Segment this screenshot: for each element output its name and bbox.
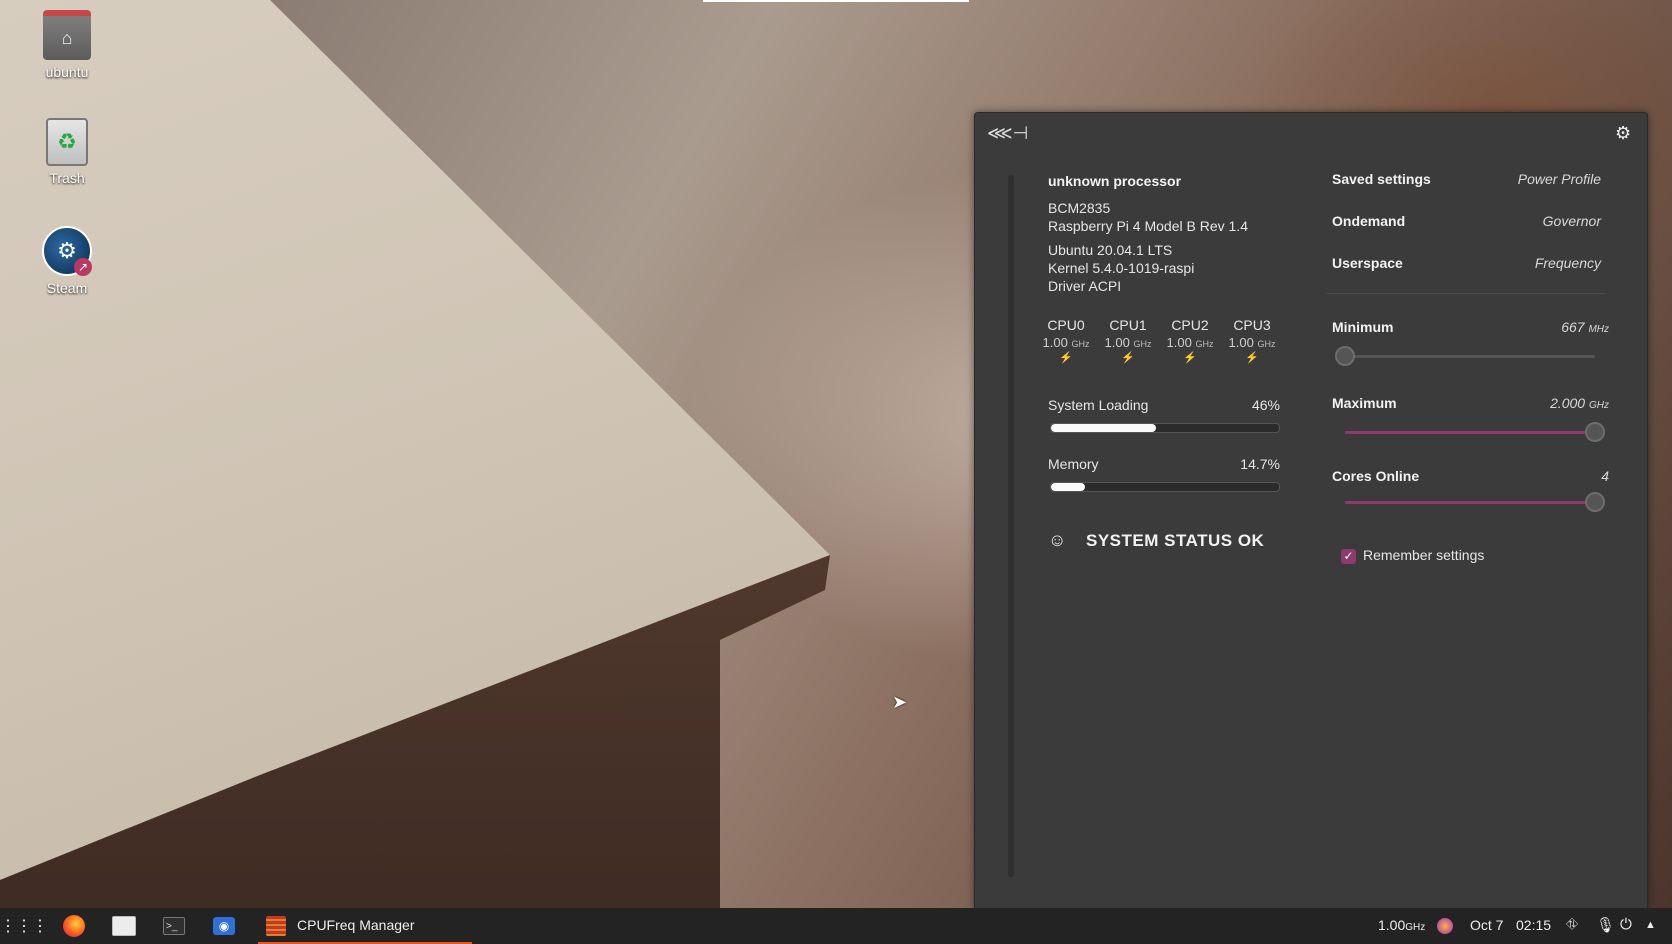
system-loading-fill	[1051, 424, 1156, 432]
firefox-icon[interactable]	[62, 914, 86, 938]
desktop-icon-ubuntu[interactable]: ⌂ ubuntu	[12, 10, 122, 80]
cores-online-label: Cores Online	[1332, 468, 1420, 484]
gear-icon[interactable]: ⚙	[1615, 123, 1631, 144]
app-grid-icon[interactable]: ⋮⋮⋮	[0, 914, 48, 938]
frequency-value[interactable]: Frequency	[1535, 255, 1601, 271]
task-label: CPUFreq Manager	[297, 917, 415, 933]
mouse-pointer-icon: ➤	[892, 692, 908, 712]
saved-settings-label[interactable]: Saved settings	[1332, 171, 1431, 187]
maximum-label: Maximum	[1332, 395, 1397, 411]
power-profile-value[interactable]: Power Profile	[1518, 171, 1601, 187]
cpu-core-0: CPU0 1.00 GHz ⚡	[1035, 317, 1097, 364]
desktop-icon-label: Steam	[46, 280, 88, 296]
cores-online-value: 4	[1601, 468, 1609, 484]
lightning-icon: ⚡	[1059, 352, 1073, 364]
desktop-icon-steam[interactable]: ⚙ ↗ Steam	[12, 226, 122, 296]
shortcut-arrow-icon: ↗	[74, 258, 92, 276]
cpu-core-1: CPU1 1.00 GHz ⚡	[1097, 317, 1159, 364]
cpufreq-window: ⋘⊣ ⚙ unknown processor BCM2835 Raspberry…	[974, 112, 1648, 909]
cpu-freq: 1.00 GHz	[1042, 335, 1090, 350]
minimum-slider-track[interactable]	[1345, 355, 1595, 358]
microphone-icon[interactable]: 🎙	[1596, 916, 1615, 934]
memory-meter	[1050, 482, 1280, 492]
cpu-name: CPU0	[1047, 317, 1085, 333]
settings-divider	[1327, 293, 1605, 294]
desktop-icon-label: Trash	[49, 170, 85, 186]
system-status: SYSTEM STATUS OK	[1086, 531, 1265, 550]
desktop-icon-trash[interactable]: ♻ Trash	[12, 118, 122, 186]
desktop-icon-label: ubuntu	[45, 64, 89, 80]
tray-cpu-frequency[interactable]: 1.00GHz	[1378, 917, 1425, 933]
minimum-slider-knob[interactable]	[1335, 346, 1355, 366]
cpu-freq: 1.00 GHz	[1104, 335, 1152, 350]
tray-time[interactable]: 02:15	[1516, 917, 1551, 933]
processor-name: unknown processor	[1048, 173, 1182, 189]
system-loading-meter	[1050, 423, 1280, 433]
screenshot-icon[interactable]: ◉	[212, 914, 236, 938]
soc-model: BCM2835	[1048, 200, 1111, 216]
cpu-core-3: CPU3 1.00 GHz ⚡	[1221, 317, 1283, 364]
network-icon[interactable]: ⛗	[1566, 916, 1578, 933]
lightning-icon: ⚡	[1183, 352, 1197, 364]
power-icon[interactable]: ⏻	[1620, 916, 1632, 933]
memory-fill	[1051, 483, 1085, 491]
chevron-up-icon[interactable]: ▲	[1645, 919, 1656, 931]
files-icon[interactable]	[112, 914, 136, 938]
maximum-value: 2.000 GHz	[1550, 395, 1609, 411]
remember-settings-checkbox[interactable]: ✓	[1341, 549, 1356, 564]
cores-slider-knob[interactable]	[1585, 492, 1605, 512]
tray-date[interactable]: Oct 7	[1470, 917, 1503, 933]
cpu-name: CPU3	[1233, 317, 1271, 333]
smiley-icon: ☺	[1048, 530, 1067, 550]
minimum-value: 667 MHz	[1561, 319, 1609, 335]
governor-value[interactable]: Governor	[1543, 213, 1601, 229]
trash-icon: ♻	[46, 118, 88, 166]
top-edge-strip	[703, 0, 969, 2]
memory-value: 14.7%	[1240, 456, 1280, 472]
lightning-icon: ⚡	[1121, 352, 1135, 364]
governor-label[interactable]: Ondemand	[1332, 213, 1405, 229]
home-folder-icon: ⌂	[43, 10, 91, 60]
driver-name: Driver ACPI	[1048, 278, 1122, 294]
remember-settings-label[interactable]: Remember settings	[1363, 547, 1484, 563]
steam-icon: ⚙ ↗	[42, 226, 92, 276]
maximum-slider-track[interactable]	[1345, 431, 1595, 434]
kernel-version: Kernel 5.4.0-1019-raspi	[1048, 260, 1195, 276]
os-version: Ubuntu 20.04.1 LTS	[1048, 242, 1173, 258]
cores-slider-track[interactable]	[1345, 501, 1595, 504]
cpu-freq: 1.00 GHz	[1228, 335, 1276, 350]
system-loading-value: 46%	[1251, 397, 1280, 413]
system-loading-label: System Loading	[1048, 397, 1149, 413]
board-model: Raspberry Pi 4 Model B Rev 1.4	[1048, 218, 1248, 234]
cpu-name: CPU2	[1171, 317, 1209, 333]
cpu-freq: 1.00 GHz	[1166, 335, 1214, 350]
vertical-scrollbar[interactable]	[1008, 175, 1014, 877]
cpu-name: CPU1	[1109, 317, 1147, 333]
taskbar: ⋮⋮⋮ >_ ◉ CPUFreq Manager 1.00GHz Oct 7 0…	[0, 908, 1672, 944]
tray-app-icon[interactable]	[1437, 918, 1453, 934]
terminal-icon[interactable]: >_	[162, 914, 186, 938]
cpu-core-2: CPU2 1.00 GHz ⚡	[1159, 317, 1221, 364]
task-cpufreq-manager[interactable]: CPUFreq Manager	[258, 908, 472, 944]
lightning-icon: ⚡	[1245, 352, 1259, 364]
minimum-label: Minimum	[1332, 319, 1394, 335]
frequency-mode-label[interactable]: Userspace	[1332, 255, 1403, 271]
cpufreq-icon	[266, 916, 286, 936]
system-info: BCM2835 Raspberry Pi 4 Model B Rev 1.4 U…	[1048, 199, 1248, 295]
fish-skeleton-logo-icon: ⋘⊣	[987, 123, 1029, 143]
memory-label: Memory	[1048, 456, 1099, 472]
maximum-slider-knob[interactable]	[1585, 422, 1605, 442]
